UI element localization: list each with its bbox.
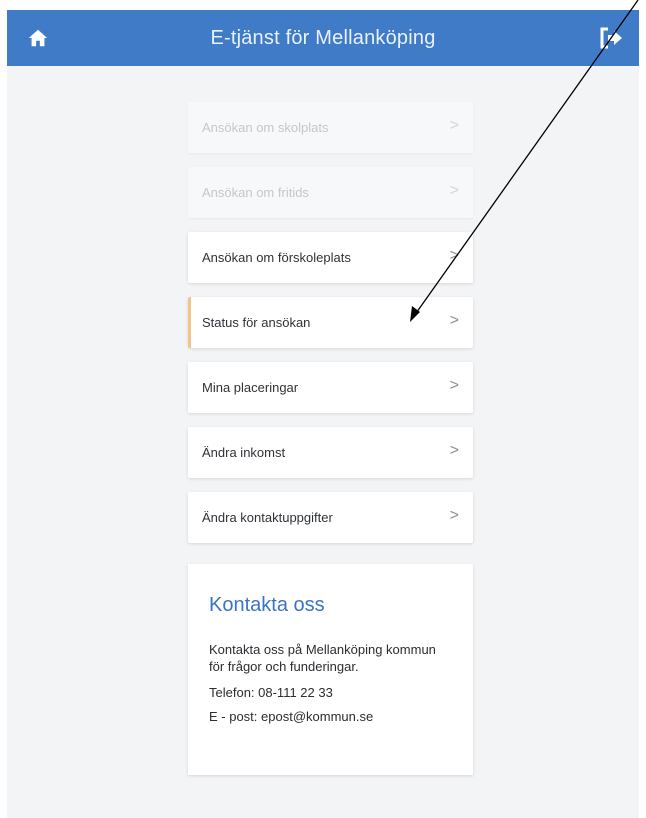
contact-text: Kontakta oss på Mellanköping kommun för … xyxy=(209,642,436,674)
menu-item-label: Ändra inkomst xyxy=(202,445,286,460)
menu-item-placeringar[interactable]: Mina placeringar > xyxy=(188,362,473,413)
header-bar: E-tjänst för Mellanköping xyxy=(7,10,639,66)
menu-item-label: Ansökan om fritids xyxy=(202,185,309,200)
menu-item-skolplats[interactable]: Ansökan om skolplats > xyxy=(188,102,473,153)
contact-phone: Telefon: 08-111 22 33 xyxy=(209,685,333,700)
menu-item-inkomst[interactable]: Ändra inkomst > xyxy=(188,427,473,478)
menu-item-status[interactable]: Status för ansökan > xyxy=(188,297,473,348)
chevron-right-icon: > xyxy=(449,312,459,329)
chevron-right-icon: > xyxy=(449,117,459,134)
contact-card: Kontakta oss Kontakta oss på Mellanköpin… xyxy=(188,564,473,775)
menu-item-label: Ansökan om förskoleplats xyxy=(202,250,351,265)
menu-item-label: Ändra kontaktuppgifter xyxy=(202,510,333,525)
chevron-right-icon: > xyxy=(449,507,459,524)
chevron-right-icon: > xyxy=(449,442,459,459)
menu-item-forskoleplats[interactable]: Ansökan om förskoleplats > xyxy=(188,232,473,283)
chevron-right-icon: > xyxy=(449,247,459,264)
chevron-right-icon: > xyxy=(449,377,459,394)
menu-list: Ansökan om skolplats > Ansökan om fritid… xyxy=(188,102,473,557)
home-icon[interactable] xyxy=(27,27,49,49)
menu-item-kontaktuppgifter[interactable]: Ändra kontaktuppgifter > xyxy=(188,492,473,543)
logout-icon[interactable] xyxy=(599,27,623,49)
contact-email: E - post: epost@kommun.se xyxy=(209,709,374,724)
page-title: E-tjänst för Mellanköping xyxy=(210,26,436,49)
app-window: E-tjänst för Mellanköping Ansökan om sko… xyxy=(7,10,639,818)
menu-item-label: Mina placeringar xyxy=(202,380,299,395)
menu-item-fritids[interactable]: Ansökan om fritids > xyxy=(188,167,473,218)
menu-item-label: Status för ansökan xyxy=(202,315,311,330)
menu-item-label: Ansökan om skolplats xyxy=(202,120,329,135)
contact-heading: Kontakta oss xyxy=(209,594,325,616)
chevron-right-icon: > xyxy=(449,182,459,199)
